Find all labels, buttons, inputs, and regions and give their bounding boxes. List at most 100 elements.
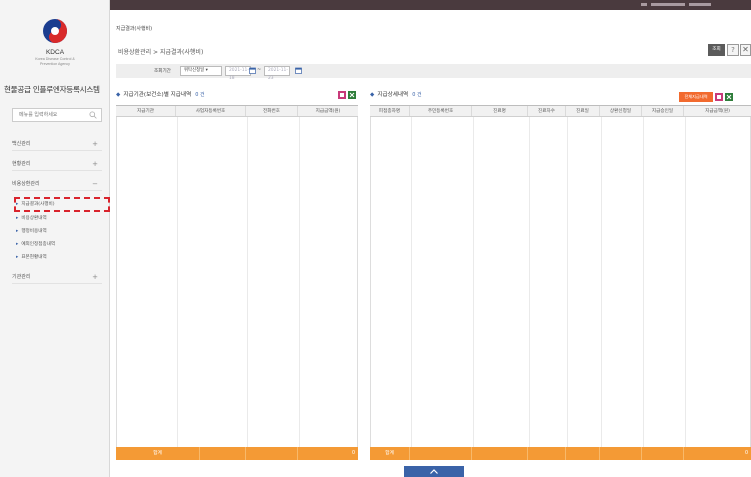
column-header[interactable]: 진료차수 [528, 106, 566, 116]
bullet-icon: ◆ [116, 92, 121, 98]
submenu-sample[interactable]: ▸ 표본현황내역 [16, 252, 110, 263]
column-divider [411, 117, 412, 447]
column-divider [529, 117, 530, 447]
user-info-blur [651, 3, 685, 6]
footer-cell [566, 447, 600, 460]
column-header[interactable]: 전화번호 [246, 106, 298, 116]
bullet-icon: ▸ [16, 229, 19, 234]
bullet-icon: ▸ [16, 242, 19, 247]
column-divider [685, 117, 686, 447]
grid-footer: 합계 0 [370, 447, 751, 460]
calendar-icon[interactable] [295, 67, 302, 74]
expand-icon[interactable]: + [92, 270, 98, 284]
user-info [641, 3, 731, 7]
footer-cell [472, 447, 528, 460]
collapse-icon[interactable]: − [92, 177, 98, 191]
footer-cell [200, 447, 246, 460]
menu-institution[interactable]: 기관관리 + [12, 270, 102, 284]
help-button[interactable]: ? [727, 44, 739, 56]
column-header[interactable]: 상환신청일 [600, 106, 642, 116]
date-separator: ~ [257, 67, 262, 73]
submenu-admin-cost[interactable]: ▸ 행정비용내역 [16, 226, 110, 237]
column-header[interactable]: 지급금액(원) [684, 106, 751, 116]
footer-cell: 합계 [370, 447, 410, 460]
active-submenu-highlight [14, 197, 110, 212]
column-header[interactable]: 주민등록번호 [410, 106, 472, 116]
filter-bar: 조회기간 위탁신청일 ▾ 2021-11-18 ~ 2021-11-23 [116, 64, 751, 81]
column-divider [247, 117, 248, 447]
submenu-reimbursement-history[interactable]: ▸ 비용상환내역 [16, 213, 110, 224]
column-divider [299, 117, 300, 447]
bullet-icon: ▸ [16, 216, 19, 221]
column-header[interactable]: 지급기관 [116, 106, 176, 116]
row-count: 0 건 [195, 92, 205, 98]
bullet-icon: ◆ [370, 92, 375, 98]
print-icon[interactable] [715, 93, 723, 101]
search-icon[interactable] [89, 111, 97, 119]
column-divider [643, 117, 644, 447]
user-info-blur [689, 3, 711, 6]
logo-subtitle-line: Prevention Agency [40, 61, 70, 66]
search-button[interactable]: 조회 [708, 44, 725, 56]
date-to-field[interactable]: 2021-11-23 [264, 66, 290, 81]
column-header[interactable]: 진료명 [472, 106, 528, 116]
expand-icon[interactable]: + [92, 137, 98, 151]
institution-payment-panel: ◆ 지급기관(보건소)별 지급내역 0 건 지급기관 사업자등록번호 전화번호 지급… [116, 90, 358, 461]
menu-vaccine[interactable]: 백신관리 + [12, 137, 102, 151]
excel-download-icon[interactable] [725, 93, 733, 101]
column-header[interactable]: 지급금액(원) [298, 106, 358, 116]
user-info-blur [641, 3, 647, 6]
bullet-icon: ▸ [16, 255, 19, 260]
sidebar: KDCA Korea Disease Control & Prevention … [0, 0, 110, 477]
footer-cell: 0 [744, 451, 748, 456]
menu-label: 비용상환관리 [12, 181, 40, 187]
logo-name: KDCA [45, 49, 65, 56]
all-payment-button[interactable]: 전체지급내역 [679, 92, 713, 102]
panel-title-text: 지급상세내역 [377, 92, 409, 98]
menu-status[interactable]: 현황관리 + [12, 157, 102, 171]
kdca-logo[interactable]: KDCA Korea Disease Control & Prevention … [20, 18, 90, 78]
calendar-icon[interactable] [249, 67, 256, 74]
submenu-label: 예외인정접종내역 [21, 242, 56, 247]
grid-body [370, 117, 751, 447]
system-title: 현물공급 인플루엔자등록시스템 [4, 85, 100, 94]
submenu-label: 비용상환내역 [21, 216, 47, 221]
column-header[interactable]: 사업자등록번호 [176, 106, 246, 116]
footer-cell [600, 447, 642, 460]
menu-search-input[interactable] [13, 109, 85, 121]
top-bar [110, 0, 751, 10]
chevron-up-icon [430, 469, 438, 474]
column-divider [567, 117, 568, 447]
date-from-field[interactable]: 2021-11-18 [225, 66, 251, 81]
print-icon[interactable] [338, 91, 346, 99]
window-title: 지급결과(사행비) [116, 26, 153, 32]
menu-label: 백신관리 [12, 141, 31, 147]
period-label: 조회기간 [154, 69, 171, 74]
submenu-exception[interactable]: ▸ 예외인정접종내역 [16, 239, 110, 250]
submenu-label: 표본현황내역 [21, 255, 47, 260]
column-header[interactable]: 진료일 [566, 106, 600, 116]
period-type-select[interactable]: 위탁신청일 ▾ [180, 66, 222, 76]
column-divider [601, 117, 602, 447]
column-header[interactable]: 지급승인일 [642, 106, 684, 116]
footer-cell: 0 [351, 451, 355, 456]
footer-cell [410, 447, 472, 460]
breadcrumb: 비용상환관리 > 지급결과(사행비) [118, 49, 204, 56]
menu-reimbursement[interactable]: 비용상환관리 − [12, 177, 102, 191]
column-divider [473, 117, 474, 447]
excel-download-icon[interactable] [348, 91, 356, 99]
column-divider [177, 117, 178, 447]
grid-header: 피접종자명 주민등록번호 진료명 진료차수 진료일 상환신청일 지급승인일 지급… [370, 105, 751, 117]
scroll-to-top-button[interactable] [404, 466, 464, 477]
column-header[interactable]: 피접종자명 [370, 106, 410, 116]
footer-cell [642, 447, 684, 460]
grid-body [116, 117, 358, 447]
submenu-label: 행정비용내역 [21, 229, 47, 234]
close-button[interactable]: ✕ [740, 44, 751, 56]
expand-icon[interactable]: + [92, 157, 98, 171]
panel-title: ◆ 지급기관(보건소)별 지급내역 0 건 [116, 90, 205, 98]
menu-label: 기관관리 [12, 274, 31, 280]
footer-cell [246, 447, 298, 460]
panel-title-text: 지급기관(보건소)별 지급내역 [123, 92, 192, 98]
row-count: 0 건 [412, 92, 422, 98]
